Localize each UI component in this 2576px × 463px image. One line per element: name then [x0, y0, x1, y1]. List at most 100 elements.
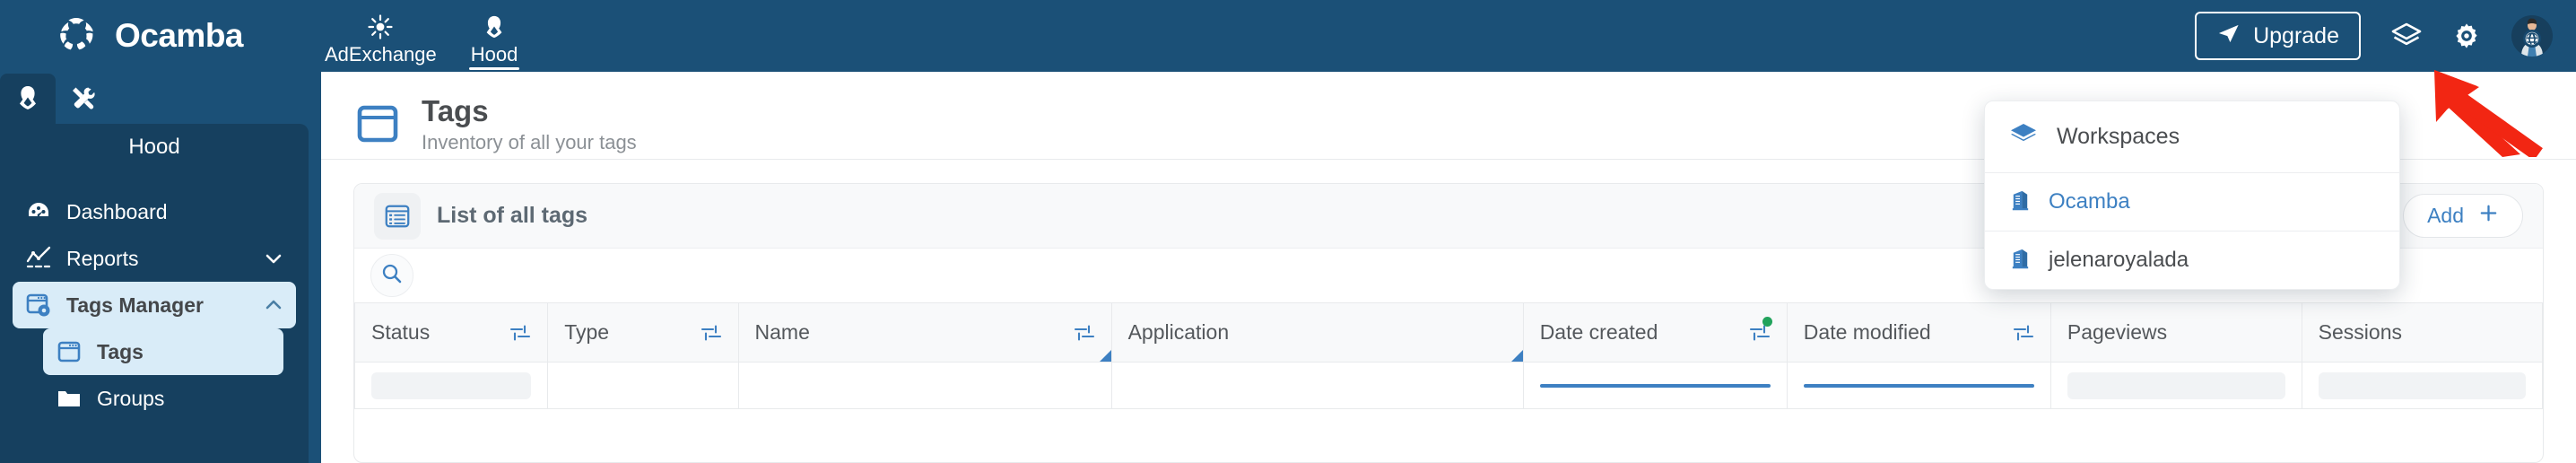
tag-window-icon: [355, 101, 402, 148]
filter-sort-icon[interactable]: [2013, 323, 2034, 343]
hood-icon: [14, 84, 41, 116]
sidebar-item-tags-manager[interactable]: Tags Manager: [13, 282, 296, 328]
column-label: Date modified: [1803, 320, 1931, 344]
topnav-label: Hood: [470, 43, 518, 66]
tools-icon: [70, 84, 97, 116]
top-bar: Ocamba AdExchange Hood Upgrade: [0, 0, 2576, 72]
app-root: Ocamba AdExchange Hood Upgrade Hood Dash…: [0, 0, 2576, 463]
ocamba-logo-icon: [56, 15, 97, 57]
dashboard-icon: [25, 198, 52, 225]
topnav-item-hood[interactable]: Hood: [467, 0, 522, 72]
column-label: Name: [754, 320, 810, 344]
cell-date-modified: [1787, 362, 2051, 409]
table-header-row: Status Type Name Application Date create…: [354, 302, 2543, 363]
cell-value: [2318, 371, 2526, 399]
topnav-label: AdExchange: [325, 43, 437, 66]
cell-date-created: [1523, 362, 1788, 409]
column-label: Application: [1127, 320, 1230, 344]
column-label: Status: [371, 320, 431, 344]
column-header-application[interactable]: Application: [1111, 302, 1524, 363]
sidebar-tab-strip: [0, 72, 321, 127]
filter-sort-icon[interactable]: [509, 323, 531, 343]
column-header-date-modified[interactable]: Date modified: [1787, 302, 2051, 363]
cell-application: [1111, 362, 1524, 409]
brand[interactable]: Ocamba: [56, 15, 321, 57]
search-icon: [380, 262, 404, 290]
column-header-date-created[interactable]: Date created: [1523, 302, 1788, 363]
page-subtitle: Inventory of all your tags: [422, 130, 637, 153]
cell-status: [354, 362, 549, 409]
filter-sort-icon[interactable]: [1749, 316, 1772, 343]
user-avatar-icon[interactable]: [2511, 15, 2553, 57]
plus-icon: [2478, 203, 2499, 229]
upgrade-button[interactable]: Upgrade: [2195, 12, 2361, 60]
tag-window-icon: [56, 338, 83, 365]
cell-name: [738, 362, 1112, 409]
workspaces-dropdown-header: Workspaces: [1985, 101, 2399, 173]
workspace-item-ocamba[interactable]: Ocamba: [1985, 173, 2399, 232]
sidebar-item-label: Dashboard: [66, 199, 168, 223]
sidebar-item-tags[interactable]: Tags: [43, 328, 283, 375]
page-header-text: Tags Inventory of all your tags: [422, 94, 637, 155]
chevron-down-icon[interactable]: [264, 249, 283, 268]
cell-value: [1539, 383, 1771, 388]
column-label: Type: [564, 320, 610, 344]
layers-icon[interactable]: [2391, 21, 2422, 51]
sun-burst-icon: [368, 13, 393, 40]
column-label: Pageviews: [2067, 320, 2168, 344]
chevron-up-icon[interactable]: [264, 295, 283, 315]
card-title: List of all tags: [437, 203, 588, 228]
building-icon: [2008, 188, 2032, 216]
search-button[interactable]: [370, 254, 413, 297]
sidebar-tab-tools[interactable]: [56, 74, 111, 126]
folder-icon: [56, 385, 83, 412]
top-right-controls: Upgrade: [2195, 0, 2553, 72]
paper-plane-icon: [2216, 22, 2241, 50]
column-header-name[interactable]: Name: [738, 302, 1112, 363]
upgrade-label: Upgrade: [2253, 22, 2339, 48]
filter-sort-icon[interactable]: [701, 323, 722, 343]
sidebar-item-groups[interactable]: Groups: [43, 375, 283, 422]
workspaces-dropdown: Workspaces Ocamba jelenaroyalada: [1984, 100, 2400, 290]
column-resize-handle[interactable]: [1510, 350, 1523, 362]
page-title: Tags: [422, 93, 489, 127]
status-badge: [371, 371, 532, 399]
top-navigation: AdExchange Hood: [321, 0, 548, 72]
workspaces-dropdown-title: Workspaces: [2057, 124, 2180, 149]
layers-icon: [2008, 119, 2039, 154]
sidebar-item-label: Tags: [97, 339, 144, 363]
column-header-status[interactable]: Status: [354, 302, 549, 363]
sidebar-item-dashboard[interactable]: Dashboard: [13, 188, 296, 235]
column-resize-handle[interactable]: [1099, 350, 1111, 362]
list-icon: [374, 192, 421, 240]
workspace-item-label: Ocamba: [2049, 189, 2130, 214]
sidebar-subnav: Tags Groups: [13, 328, 296, 422]
table-row[interactable]: [354, 362, 2543, 409]
gear-icon[interactable]: [2452, 22, 2481, 50]
reports-chart-icon: [25, 245, 52, 272]
cell-value: [1803, 383, 2034, 388]
add-tag-button[interactable]: Add: [2403, 194, 2523, 238]
column-header-sessions[interactable]: Sessions: [2302, 302, 2543, 363]
cell-value: [2067, 371, 2285, 399]
column-header-type[interactable]: Type: [547, 302, 739, 363]
building-icon: [2008, 246, 2032, 275]
sidebar-item-reports[interactable]: Reports: [13, 235, 296, 282]
sidebar-panel: Hood Dashboard Reports Tags Manager Tags…: [0, 124, 309, 463]
column-label: Sessions: [2318, 320, 2402, 344]
sidebar-tab-hood[interactable]: [0, 74, 56, 126]
sidebar-section-title: Hood: [128, 135, 180, 159]
sidebar-item-label: Reports: [66, 246, 139, 270]
column-label: Date created: [1539, 320, 1658, 344]
add-label: Add: [2427, 204, 2464, 227]
column-header-pageviews[interactable]: Pageviews: [2050, 302, 2302, 363]
cell-sessions: [2302, 362, 2543, 409]
sidebar-item-label: Tags Manager: [66, 293, 204, 317]
sidebar-nav: Dashboard Reports Tags Manager Tags Grou…: [0, 188, 309, 422]
workspace-item-jelenaroyalada[interactable]: jelenaroyalada: [1985, 232, 2399, 289]
filter-sort-icon[interactable]: [1074, 323, 1095, 343]
tags-manager-icon: [25, 292, 52, 319]
tags-table: Status Type Name Application Date create…: [354, 302, 2543, 409]
sidebar-item-label: Groups: [97, 386, 165, 410]
topnav-item-adexchange[interactable]: AdExchange: [321, 0, 440, 72]
